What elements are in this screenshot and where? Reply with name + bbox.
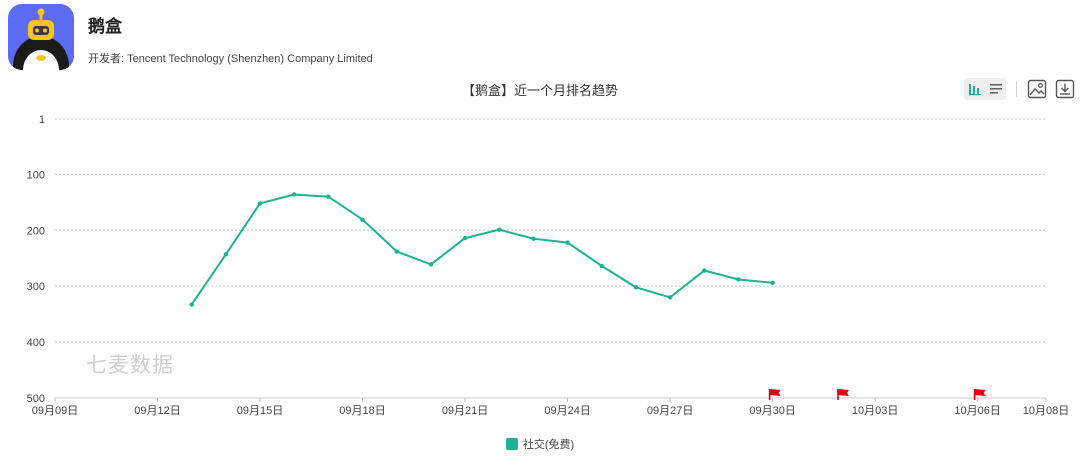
data-point [633, 285, 639, 290]
y-axis-ticks: 1 100 200 300 400 500 [27, 114, 45, 405]
y-tick-label: 500 [27, 393, 45, 405]
data-point [360, 217, 365, 222]
data-point [770, 280, 775, 286]
data-point [531, 236, 536, 241]
y-tick-label: 200 [27, 225, 45, 237]
data-point [223, 252, 229, 257]
x-tick-label: 09月12日 [134, 405, 180, 417]
x-tick-label: 09月24日 [544, 405, 590, 417]
x-tick-label: 09月18日 [339, 405, 385, 417]
x-tick-label: 09月21日 [442, 405, 488, 417]
data-point [257, 201, 263, 206]
data-point [565, 240, 570, 245]
data-point [667, 295, 673, 300]
data-point [394, 249, 399, 254]
y-tick-label: 100 [27, 169, 45, 181]
legend[interactable]: 社交(免费) [0, 436, 1080, 452]
x-tick-label: 10月08日 [1023, 405, 1069, 417]
grid-lines [55, 118, 1046, 343]
data-point [428, 262, 434, 267]
flag-cloth [837, 389, 849, 396]
data-point [189, 302, 194, 307]
data-point [292, 192, 297, 197]
x-tick-label: 09月27日 [647, 405, 693, 417]
data-point [702, 268, 707, 273]
x-tick-label: 09月15日 [237, 405, 283, 417]
data-point [462, 235, 468, 241]
watermark: 七麦数据 [86, 354, 174, 377]
y-tick-label: 400 [27, 337, 45, 349]
x-tick-label: 09月30日 [749, 405, 795, 417]
legend-label: 社交(免费) [522, 439, 575, 451]
flag-cloth [974, 389, 986, 396]
data-point [497, 227, 502, 232]
x-tick-label: 10月03日 [852, 405, 898, 417]
series-line-social-free [190, 193, 773, 306]
legend-swatch [505, 438, 518, 450]
x-tick-label: 10月06日 [954, 405, 1000, 417]
data-point [599, 263, 604, 269]
data-point [326, 194, 331, 199]
y-tick-label: 300 [27, 281, 45, 293]
y-tick-label: 1 [39, 114, 45, 126]
x-axis-ticks: 09月09日 09月12日 09月15日 09月18日 09月21日 09月24日 09月2… [32, 398, 1069, 417]
series-points [189, 192, 775, 307]
rank-trend-chart: 1 100 200 300 400 500 09月09日 09月12日 09月15日 09月18… [27, 114, 1070, 417]
data-point [736, 277, 741, 282]
flag-cloth [769, 389, 781, 396]
x-tick-label: 09月09日 [32, 405, 78, 417]
